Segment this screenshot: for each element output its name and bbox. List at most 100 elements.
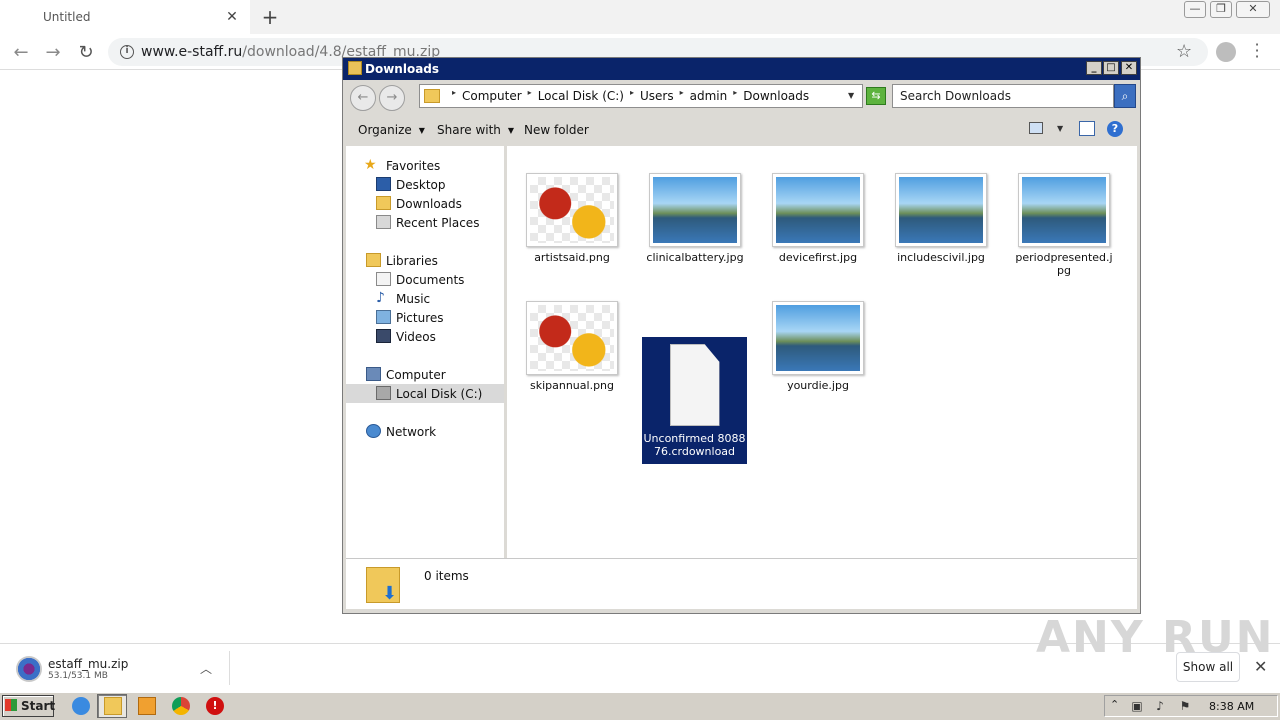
details-pane: ⬇ 0 items (346, 558, 1137, 609)
nav-label: Pictures (396, 311, 444, 325)
chevron-down-icon[interactable]: ▼ (1057, 124, 1063, 133)
clock[interactable]: 8:38 AM (1209, 700, 1254, 713)
file-name: yourdie.jpg (787, 379, 849, 392)
file-thumbnail (895, 173, 987, 247)
nav-favorites[interactable]: ★ Favorites (346, 156, 504, 175)
disk-icon (376, 386, 391, 400)
nav-computer[interactable]: Computer (346, 365, 504, 384)
view-icon[interactable] (1029, 122, 1043, 134)
nav-libraries[interactable]: Libraries (346, 251, 504, 270)
crumb-users[interactable]: Users (640, 89, 674, 103)
file-item[interactable]: includescivil.jpg (891, 173, 991, 264)
nav-documents[interactable]: Documents (346, 270, 504, 289)
file-name: includescivil.jpg (897, 251, 985, 264)
nav-label: Desktop (396, 178, 446, 192)
search-input[interactable]: Search Downloads (892, 84, 1114, 108)
media-player-icon[interactable] (138, 697, 156, 715)
explorer-back-icon[interactable]: ← (350, 85, 376, 111)
tab-title: Untitled (43, 10, 91, 24)
profile-avatar[interactable] (1216, 42, 1236, 62)
file-item[interactable]: periodpresented.jpg (1014, 173, 1114, 277)
pictures-icon (376, 310, 391, 324)
close-icon[interactable]: ✕ (1254, 657, 1267, 676)
nav-desktop[interactable]: Desktop (346, 175, 504, 194)
search-icon[interactable]: ⌕ (1114, 84, 1136, 108)
file-name: periodpresented.jpg (1015, 251, 1113, 277)
nav-videos[interactable]: Videos (346, 327, 504, 346)
menu-dots-icon[interactable]: · · · (1252, 37, 1262, 65)
organize-label: Organize (358, 123, 412, 137)
browser-tab[interactable] (0, 0, 250, 34)
file-item[interactable]: artistsaid.png (522, 173, 622, 264)
crumb-local-disk[interactable]: Local Disk (C:) (538, 89, 624, 103)
tab-close-icon[interactable]: ✕ (222, 7, 242, 27)
close-window-button[interactable]: ✕ (1236, 1, 1270, 18)
divider (229, 651, 230, 685)
file-thumbnail (526, 301, 618, 375)
info-icon[interactable]: i (120, 45, 134, 59)
file-item[interactable]: skipannual.png (522, 301, 622, 392)
organize-button[interactable]: Organize ▼ (358, 123, 425, 137)
chevron-down-icon[interactable]: ▼ (848, 91, 854, 100)
internet-explorer-icon[interactable] (72, 697, 90, 715)
forward-icon[interactable]: → (42, 42, 64, 64)
file-name: Unconfirmed 808876.crdownload (643, 432, 746, 458)
help-icon[interactable]: ? (1107, 121, 1123, 137)
file-item[interactable]: yourdie.jpg (768, 301, 868, 392)
show-all-button[interactable]: Show all (1176, 652, 1240, 682)
chevron-up-icon[interactable]: ︿ (200, 660, 212, 677)
reload-icon[interactable]: ↻ (75, 42, 97, 64)
back-icon[interactable]: ← (10, 42, 32, 64)
breadcrumb: ▸ Computer ▸ Local Disk (C:) ▸ Users ▸ admi… (452, 88, 810, 103)
nav-label: Computer (386, 368, 446, 382)
explorer-maximize-button[interactable]: □ (1103, 61, 1119, 75)
chrome-icon[interactable] (172, 697, 190, 715)
desktop-icon (376, 177, 391, 191)
file-item[interactable]: devicefirst.jpg (768, 173, 868, 264)
file-thumbnail (772, 301, 864, 375)
minimize-button[interactable]: — (1184, 1, 1206, 18)
videos-icon (376, 329, 391, 343)
nav-pictures[interactable]: Pictures (346, 308, 504, 327)
network-icon (366, 424, 381, 438)
nav-label: Recent Places (396, 216, 480, 230)
chevron-up-icon[interactable]: ⌃ (1110, 698, 1119, 711)
item-count: 0 items (424, 569, 469, 583)
crumb-downloads[interactable]: Downloads (743, 89, 809, 103)
file-name: skipannual.png (529, 379, 615, 392)
downloads-folder-icon (376, 196, 391, 210)
file-item[interactable]: clinicalbattery.jpg (645, 173, 745, 264)
flag-icon[interactable]: ⚑ (1178, 699, 1192, 713)
crumb-computer[interactable]: Computer (462, 89, 522, 103)
archive-file-icon[interactable] (16, 656, 42, 682)
explorer-address-bar[interactable]: ▸ Computer ▸ Local Disk (C:) ▸ Users ▸ admi… (419, 84, 863, 108)
new-tab-button[interactable]: + (258, 5, 282, 29)
star-icon: ★ (364, 157, 377, 173)
opera-icon[interactable]: ! (206, 697, 224, 715)
download-arrow-icon: ⬇ (382, 583, 398, 604)
nav-label: Downloads (396, 197, 462, 211)
volume-icon[interactable]: ♪ (1153, 699, 1167, 713)
restore-button[interactable]: ❐ (1210, 1, 1232, 18)
share-with-button[interactable]: Share with ▼ (437, 123, 514, 137)
bookmark-star-icon[interactable]: ☆ (1176, 41, 1192, 62)
file-thumbnail (1018, 173, 1110, 247)
new-folder-button[interactable]: New folder (524, 123, 589, 137)
nav-network[interactable]: Network (346, 422, 504, 441)
nav-local-disk[interactable]: Local Disk (C:) (346, 384, 504, 403)
nav-recent-places[interactable]: Recent Places (346, 213, 504, 232)
refresh-icon[interactable]: ⇆ (866, 87, 886, 105)
download-file-name[interactable]: estaff_mu.zip (48, 657, 128, 671)
preview-pane-icon[interactable] (1079, 121, 1095, 136)
explorer-minimize-button[interactable]: _ (1086, 61, 1102, 75)
nav-downloads[interactable]: Downloads (346, 194, 504, 213)
file-name: devicefirst.jpg (778, 251, 858, 264)
explorer-forward-icon[interactable]: → (379, 85, 405, 111)
nav-label: Network (386, 425, 437, 439)
crumb-admin[interactable]: admin (690, 89, 728, 103)
explorer-close-button[interactable]: ✕ (1121, 61, 1137, 75)
network-icon[interactable]: ▣ (1130, 699, 1144, 713)
explorer-titlebar[interactable]: Downloads _ □ ✕ (343, 58, 1140, 80)
file-item-selected[interactable]: Unconfirmed 808876.crdownload (642, 337, 747, 464)
nav-music[interactable]: ♪ Music (346, 289, 504, 308)
